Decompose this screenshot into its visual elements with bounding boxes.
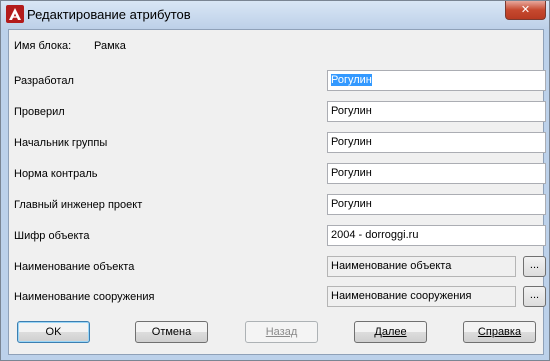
help-button[interactable]: Справка [463, 321, 536, 343]
block-name-value: Рамка [94, 40, 126, 52]
attr-field-structure-name: Наименование сооружения [327, 286, 516, 307]
ok-button[interactable]: OK [17, 321, 90, 343]
dialog-window: Редактирование атрибутов ✕ Имя блока: Ра… [0, 0, 550, 361]
attr-label-checked: Проверил [14, 106, 65, 118]
attr-label-object-code: Шифр объекта [14, 230, 90, 242]
attr-label-chief-engineer: Главный инженер проект [14, 199, 143, 211]
attr-field-norm-control[interactable]: Рогулин [327, 163, 546, 184]
attr-label-structure-name: Наименование сооружения [14, 291, 155, 303]
attr-label-developed: Разработал [14, 75, 74, 87]
window-title: Редактирование атрибутов [27, 7, 191, 22]
block-name-label: Имя блока: [14, 40, 72, 52]
back-button[interactable]: Назад [245, 321, 318, 343]
next-button-label: Далее [374, 326, 407, 338]
attr-label-group-head: Начальник группы [14, 137, 108, 149]
selected-text: Рогулин [331, 74, 372, 86]
back-button-label: Назад [265, 326, 298, 338]
attr-label-norm-control: Норма контраль [14, 168, 98, 180]
attr-label-object-name: Наименование объекта [14, 261, 135, 273]
autocad-logo-icon [6, 5, 24, 23]
attr-field-developed[interactable]: Рогулин [327, 70, 546, 91]
attr-field-group-head[interactable]: Рогулин [327, 132, 546, 153]
title-bar[interactable]: Редактирование атрибутов ✕ [1, 1, 549, 29]
structure-name-browse-button[interactable]: ... [523, 286, 546, 307]
attr-field-object-name: Наименование объекта [327, 256, 516, 277]
object-name-browse-button[interactable]: ... [523, 256, 546, 277]
close-button[interactable]: ✕ [505, 1, 546, 20]
attr-field-chief-engineer[interactable]: Рогулин [327, 194, 546, 215]
close-icon: ✕ [520, 3, 531, 16]
next-button[interactable]: Далее [354, 321, 427, 343]
cancel-button[interactable]: Отмена [135, 321, 208, 343]
help-button-label: Справка [477, 326, 522, 338]
attr-field-checked[interactable]: Рогулин [327, 101, 546, 122]
attr-field-object-code[interactable]: 2004 - dorroggi.ru [327, 225, 546, 246]
dialog-body: Имя блока: Рамка Разработал Рогулин Пров… [8, 29, 546, 355]
